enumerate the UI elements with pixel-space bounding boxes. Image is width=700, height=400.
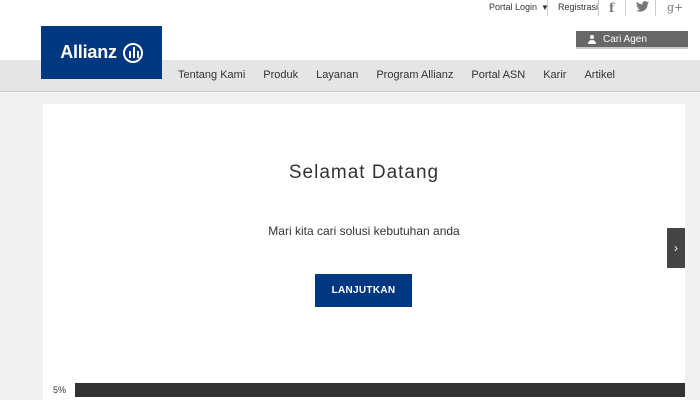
nav-item-portal-asn[interactable]: Portal ASN — [471, 69, 525, 81]
welcome-card: Selamat Datang Mari kita cari solusi keb… — [43, 104, 685, 400]
divider — [547, 0, 548, 16]
registrasi-link[interactable]: Registrasi — [558, 2, 598, 12]
progress-label: 5% — [53, 385, 67, 395]
user-icon — [588, 35, 596, 44]
allianz-logo[interactable]: Allianz — [41, 26, 162, 79]
divider — [625, 0, 626, 16]
twitter-icon[interactable] — [636, 1, 649, 15]
chevron-right-icon: › — [674, 241, 678, 255]
nav-item-produk[interactable]: Produk — [263, 69, 298, 81]
cari-agen-label: Cari Agen — [603, 33, 647, 45]
brand-name: Allianz — [60, 42, 117, 62]
nav-item-karir[interactable]: Karir — [543, 69, 566, 81]
top-utility-bar: Portal Login ▼ Registrasi f g+ — [0, 0, 700, 18]
facebook-icon[interactable]: f — [609, 1, 614, 15]
google-plus-icon[interactable]: g+ — [667, 1, 683, 14]
cari-agen-button[interactable]: Cari Agen — [576, 31, 688, 49]
lanjutkan-button[interactable]: LANJUTKAN — [315, 274, 412, 307]
portal-login-dropdown[interactable]: Portal Login ▼ — [489, 2, 549, 12]
next-slide-button[interactable]: › — [667, 228, 685, 268]
page-subtitle: Mari kita cari solusi kebutuhan anda — [268, 224, 460, 238]
divider — [598, 0, 599, 16]
page-title: Selamat Datang — [288, 162, 440, 183]
portal-login-label: Portal Login — [489, 2, 538, 12]
progress-bar — [75, 383, 685, 397]
nav-item-tentang-kami[interactable]: Tentang Kami — [178, 69, 245, 81]
nav-item-program-allianz[interactable]: Program Allianz — [376, 69, 453, 81]
allianz-eagle-icon — [122, 42, 143, 63]
divider — [655, 0, 656, 16]
nav-item-artikel[interactable]: Artikel — [584, 69, 615, 81]
nav-item-layanan[interactable]: Layanan — [316, 69, 358, 81]
main-nav: Tentang Kami Produk Layanan Program Alli… — [178, 69, 633, 81]
